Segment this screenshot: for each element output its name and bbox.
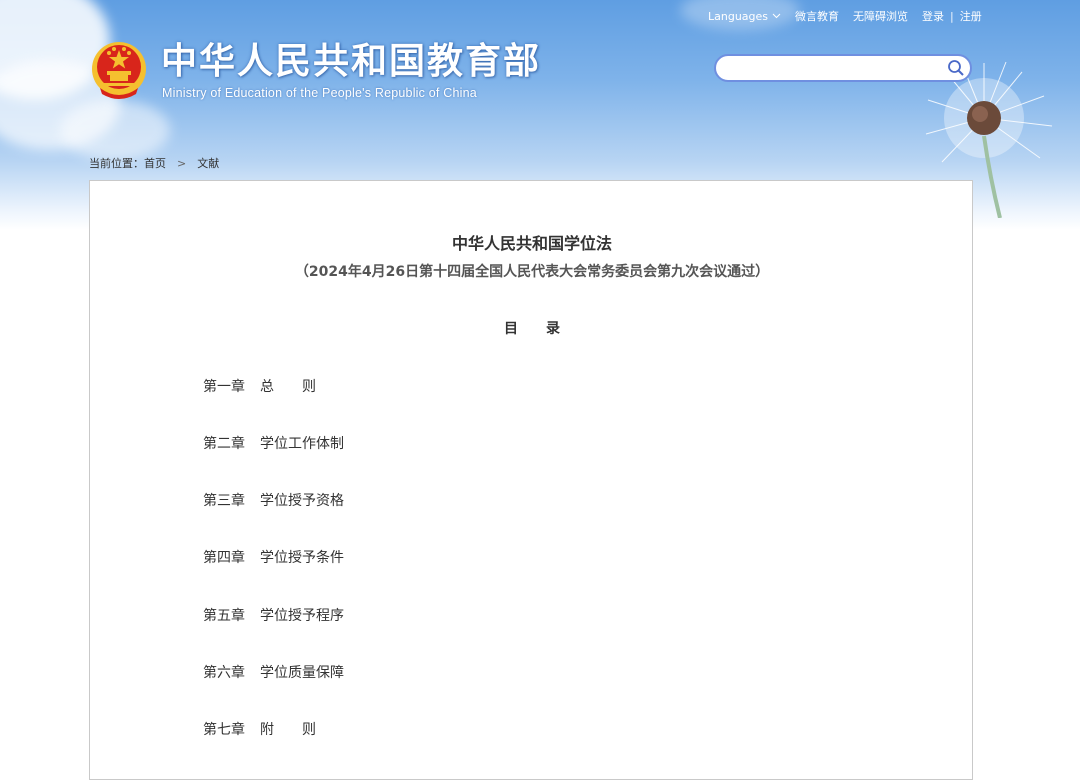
toc-chapter-number: 第三章: [203, 493, 245, 509]
national-emblem-logo[interactable]: [90, 40, 148, 102]
toc-chapter-title: 学位授予资格: [260, 493, 344, 509]
register-link[interactable]: 注册: [960, 8, 982, 24]
toc-heading: 目录: [90, 318, 974, 338]
toc-item[interactable]: 第四章 学位授予条件: [203, 547, 344, 567]
toc-item[interactable]: 第七章 附 则: [203, 719, 316, 739]
breadcrumb: 当前位置： 首页 > 文献: [89, 155, 219, 171]
search-input[interactable]: [728, 59, 952, 79]
document-panel: 中华人民共和国学位法 （2024年4月26日第十四届全国人民代表大会常务委员会第…: [89, 180, 973, 780]
top-navigation: Languages 微言教育 无障碍浏览 登录 | 注册: [708, 8, 982, 24]
weiyan-link[interactable]: 微言教育: [795, 8, 839, 24]
toc-chapter-number: 第七章: [203, 722, 245, 738]
toc-chapter-title: 学位工作体制: [260, 436, 344, 452]
accessible-link[interactable]: 无障碍浏览: [853, 8, 908, 24]
site-title-en: Ministry of Education of the People's Re…: [162, 86, 477, 100]
toc-chapter-number: 第五章: [203, 608, 245, 624]
toc-chapter-number: 第四章: [203, 550, 245, 566]
search-icon[interactable]: [947, 59, 965, 77]
login-link[interactable]: 登录: [922, 8, 944, 24]
site-title-cn[interactable]: 中华人民共和国教育部: [161, 40, 541, 84]
document-subtitle: （2024年4月26日第十四届全国人民代表大会常务委员会第九次会议通过）: [294, 264, 770, 280]
document-title: 中华人民共和国学位法: [451, 234, 612, 253]
toc-item[interactable]: 第五章 学位授予程序: [203, 605, 344, 625]
breadcrumb-current[interactable]: 文献: [197, 155, 219, 171]
toc-chapter-title: 总 则: [260, 379, 316, 395]
breadcrumb-home[interactable]: 首页: [144, 155, 166, 171]
languages-label: Languages: [708, 9, 769, 23]
toc-heading-second: 录: [546, 321, 560, 337]
search-box: [714, 54, 972, 82]
toc-item[interactable]: 第一章 总 则: [203, 376, 316, 396]
toc-chapter-title: 附 则: [260, 722, 316, 738]
breadcrumb-separator: >: [177, 156, 187, 170]
toc-chapter-number: 第六章: [203, 665, 245, 681]
languages-dropdown[interactable]: Languages: [708, 10, 781, 23]
toc-item[interactable]: 第二章 学位工作体制: [203, 433, 344, 453]
toc-chapter-title: 学位授予程序: [260, 608, 344, 624]
toc-chapter-number: 第二章: [203, 436, 245, 452]
nav-separator: |: [950, 9, 954, 23]
toc-chapter-title: 学位质量保障: [260, 665, 344, 681]
chevron-down-icon: [772, 13, 781, 19]
toc-item[interactable]: 第三章 学位授予资格: [203, 490, 344, 510]
cloud-decoration: [60, 100, 170, 160]
toc-item[interactable]: 第六章 学位质量保障: [203, 662, 344, 682]
toc-heading-first: 目: [504, 321, 518, 337]
breadcrumb-prefix: 当前位置：: [89, 157, 144, 170]
toc-chapter-number: 第一章: [203, 379, 245, 395]
toc-chapter-title: 学位授予条件: [260, 550, 344, 566]
